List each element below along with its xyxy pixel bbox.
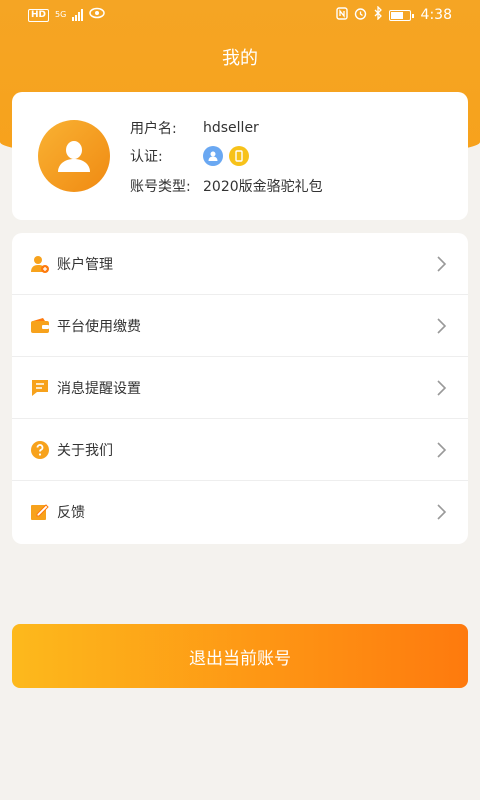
certification-label: 认证: <box>130 149 163 165</box>
account-type-label: 账号类型: <box>130 179 191 195</box>
message-icon <box>30 378 50 398</box>
alarm-icon <box>354 7 367 24</box>
certification-row: 认证: <box>130 146 255 166</box>
chevron-right-icon <box>437 442 447 458</box>
hd-indicator: HD <box>28 8 50 22</box>
chevron-right-icon <box>437 504 447 520</box>
eye-icon <box>89 7 106 23</box>
logout-button[interactable]: 退出当前账号 <box>12 624 468 688</box>
person-verified-icon <box>203 146 223 166</box>
account-type-value: 2020版金骆驼礼包 <box>203 179 323 195</box>
phone-verified-icon <box>229 146 249 166</box>
wallet-icon <box>30 316 50 336</box>
nfc-icon <box>335 6 348 24</box>
menu-item-platform-fee[interactable]: 平台使用缴费 <box>12 295 468 357</box>
menu-label-platform-fee: 平台使用缴费 <box>57 319 141 335</box>
account-type-row: 账号类型: 2020版金骆驼礼包 <box>130 176 323 196</box>
menu-item-account-management[interactable]: 账户管理 <box>12 233 468 295</box>
menu-label-feedback: 反馈 <box>57 505 85 521</box>
signal-icon <box>72 9 84 21</box>
menu-label-account-management: 账户管理 <box>57 257 113 273</box>
menu-item-message-settings[interactable]: 消息提醒设置 <box>12 357 468 419</box>
battery-icon <box>388 9 414 21</box>
status-bar: HD 5G 4:38 <box>0 0 480 30</box>
feedback-edit-icon <box>30 502 50 522</box>
profile-card: 用户名: hdseller 认证: 账号类型: 2020版金骆驼礼包 <box>12 92 468 220</box>
page-title: 我的 <box>222 48 258 69</box>
menu-item-about-us[interactable]: 关于我们 <box>12 419 468 481</box>
chevron-right-icon <box>437 318 447 334</box>
username-value: hdseller <box>203 120 259 136</box>
menu-item-feedback[interactable]: 反馈 <box>12 481 468 543</box>
user-manage-icon <box>30 254 50 274</box>
status-time: 4:38 <box>420 7 452 23</box>
avatar[interactable] <box>38 120 110 192</box>
menu-label-about-us: 关于我们 <box>57 443 113 459</box>
chevron-right-icon <box>437 256 447 272</box>
chevron-right-icon <box>437 380 447 396</box>
question-icon <box>30 440 50 460</box>
username-row: 用户名: hdseller <box>130 118 259 138</box>
menu-list: 账户管理 平台使用缴费 消息提醒设置 关于我们 反馈 <box>12 233 468 544</box>
menu-label-message-settings: 消息提醒设置 <box>57 381 141 397</box>
bluetooth-icon <box>373 5 383 24</box>
network-type: 5G <box>55 10 67 19</box>
user-avatar-icon <box>58 141 90 172</box>
username-label: 用户名: <box>130 121 177 137</box>
